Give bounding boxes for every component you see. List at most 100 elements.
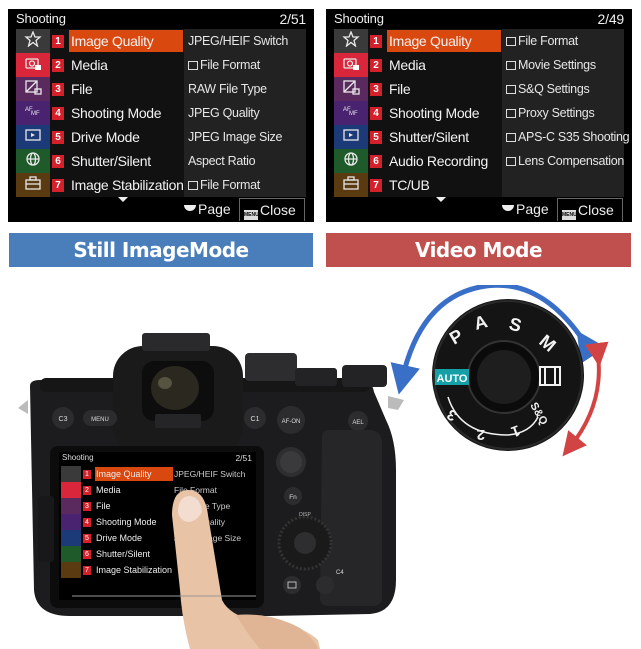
menu-item[interactable]: 2 Media (368, 53, 502, 77)
menu-item[interactable]: 3 File (50, 77, 184, 101)
menu-item[interactable]: 5 Drive Mode (50, 125, 184, 149)
lcd-submenu-item[interactable]: File Format (174, 482, 254, 498)
menu-tab-exposure[interactable] (334, 77, 368, 101)
submenu-item-label: Proxy Settings (518, 106, 595, 120)
close-button[interactable]: MENUClose (239, 198, 305, 221)
still-movie-icon (506, 157, 516, 166)
submenu-item[interactable]: Lens Compensation (502, 149, 624, 173)
lcd-submenu-item[interactable]: JPEG/HEIF Switch (174, 466, 254, 482)
page-button[interactable]: Page (502, 201, 549, 217)
submenu-item[interactable]: JPEG/HEIF Switch (184, 29, 306, 53)
menu-tab-playback[interactable] (16, 125, 50, 149)
menu-tab-exposure[interactable] (16, 77, 50, 101)
submenu-item[interactable]: Proxy Settings (502, 101, 624, 125)
lcd-network-icon (61, 546, 81, 562)
lcd-submenu-list: JPEG/HEIF Switch File Format RAW File Type… (174, 466, 254, 546)
c1-button: C1 (244, 407, 266, 429)
menu-tab-network[interactable] (334, 149, 368, 173)
still-image-mode-label: Still ImageMode (9, 233, 313, 267)
menu-item-label: Drive Mode (71, 129, 140, 145)
submenu-item[interactable]: APS-C S35 Shooting (502, 125, 630, 149)
menu-item[interactable]: 7 TC/UB (368, 173, 502, 197)
menu-item[interactable]: 5 Shutter/Silent (368, 125, 502, 149)
menu-item[interactable]: 6 Audio Recording (368, 149, 502, 173)
menu-item[interactable]: 7 Image Stabilization (50, 173, 184, 197)
menu-tab-toolbox[interactable] (334, 173, 368, 197)
focus-mf-icon: AF MF (24, 103, 42, 124)
menu-item-label: Shutter/Silent (389, 129, 469, 145)
lcd-menu-item[interactable]: 5 Drive Mode (81, 530, 173, 546)
menu-tab-network[interactable] (16, 149, 50, 173)
menu-item[interactable]: 4 Shooting Mode (368, 101, 502, 125)
menu-item[interactable]: 2 Media (50, 53, 184, 77)
menu-tab-toolbox[interactable] (16, 173, 50, 197)
menu-item-number: 2 (370, 58, 382, 72)
menu-item[interactable]: 6 Shutter/Silent (50, 149, 184, 173)
lcd-item-label: Shooting Mode (96, 517, 157, 527)
toolbox-icon (24, 175, 42, 196)
menu-button: MENU (83, 410, 117, 426)
menu-item-label: Image Quality (69, 30, 183, 52)
menu-item-label: File (389, 81, 411, 97)
lcd-menu-item[interactable]: 3 File (81, 498, 173, 514)
menu-tab-star[interactable] (334, 29, 368, 53)
c3-button: C3 (52, 407, 74, 429)
submenu-item[interactable]: File Format (502, 29, 624, 53)
menu-item-number: 7 (52, 178, 64, 192)
submenu-item-label: S&Q Settings (518, 82, 590, 96)
lcd-menu-item[interactable]: 1 Image Quality (81, 466, 173, 482)
menu-tab-camera[interactable] (334, 53, 368, 77)
menu-item[interactable]: 1 Image Quality (50, 29, 184, 53)
submenu-item[interactable]: Aspect Ratio (184, 149, 306, 173)
lcd-submenu-item[interactable]: JPEG Quality (174, 514, 254, 530)
menu-item[interactable]: 4 Shooting Mode (50, 101, 184, 125)
menu-tab-column: AF MF (16, 29, 50, 197)
submenu-item[interactable]: Movie Settings (502, 53, 624, 77)
menu-item-label: Shooting Mode (389, 105, 480, 121)
lcd-item-label: Image Quality (95, 467, 173, 481)
playback-icon (24, 127, 42, 148)
lcd-submenu-item[interactable]: RAW File Type (174, 498, 254, 514)
menu-item[interactable]: 1 Image Quality (368, 29, 502, 53)
submenu-item[interactable]: File Format (184, 173, 306, 197)
svg-text:AUTO: AUTO (437, 373, 468, 385)
lcd-menu-item[interactable]: 2 Media (81, 482, 173, 498)
lcd-item-label: Drive Mode (96, 533, 143, 543)
submenu-item-label: File Format (200, 178, 260, 192)
submenu-item[interactable]: JPEG Image Size (184, 125, 306, 149)
video-mode-label: Video Mode (326, 233, 631, 267)
menu-item-label: Image Stabilization (71, 177, 184, 193)
lcd-item-label: Image Stabilization (96, 565, 173, 575)
camera-lcd-screen[interactable]: Shooting 2/51 1 Image Quality 2 Media 3 File 4… (59, 452, 256, 600)
lcd-submenu-item[interactable]: JPEG Image Size (174, 530, 254, 546)
menu-tab-star[interactable] (16, 29, 50, 53)
still-image-menu-screen: Shooting 2/51 AF MF 1 Image Quality 2 Media 3… (8, 9, 314, 222)
svg-text:C1: C1 (251, 416, 260, 423)
menu-item-label: Media (389, 57, 426, 73)
lcd-menu-item[interactable]: 4 Shooting Mode (81, 514, 173, 530)
scroll-down-icon[interactable] (118, 197, 128, 202)
lcd-item-label: Media (96, 485, 121, 495)
submenu-item-label: File Format (518, 34, 578, 48)
menu-tab-camera[interactable] (16, 53, 50, 77)
menu-item-list: 1 Image Quality 2 Media 3 File 4 Shooting Mode 5… (50, 29, 184, 197)
submenu-item[interactable]: File Format (184, 53, 306, 77)
submenu-item[interactable]: S&Q Settings (502, 77, 624, 101)
lcd-item-label: File (96, 501, 111, 511)
submenu-item[interactable]: JPEG Quality (184, 101, 306, 125)
menu-item-number: 6 (52, 154, 64, 168)
lcd-menu-item[interactable]: 7 Image Stabilization (81, 562, 173, 578)
lcd-menu-item[interactable]: 6 Shutter/Silent (81, 546, 173, 562)
menu-tab-focus-mf[interactable]: AF MF (16, 101, 50, 125)
center-button (294, 532, 316, 554)
menu-tab-focus-mf[interactable]: AF MF (334, 101, 368, 125)
menu-tab-column: AF MF (334, 29, 368, 197)
menu-tab-playback[interactable] (334, 125, 368, 149)
close-button[interactable]: MENUClose (557, 198, 623, 221)
submenu-item-label: JPEG/HEIF Switch (188, 34, 289, 48)
scroll-down-icon[interactable] (436, 197, 446, 202)
menu-item[interactable]: 3 File (368, 77, 502, 101)
svg-text:DISP: DISP (299, 512, 311, 518)
page-button[interactable]: Page (184, 201, 231, 217)
submenu-item[interactable]: RAW File Type (184, 77, 306, 101)
